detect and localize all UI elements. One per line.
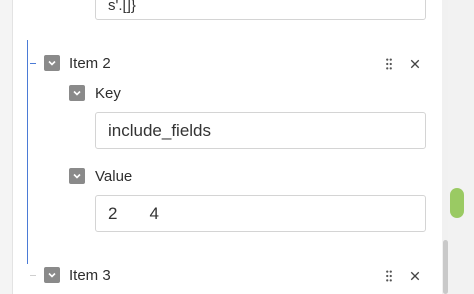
key-collapse-toggle[interactable] [69,85,85,101]
previous-value-text: s'.[]} [108,0,136,14]
item-3-collapse-toggle[interactable] [44,267,60,283]
item-2-drag-handle[interactable] [381,56,397,72]
background-node [450,188,464,218]
key-input-value: include_fields [108,120,212,140]
item-3-title: Item 3 [69,267,111,284]
close-icon [410,59,420,69]
scrollbar-thumb[interactable] [443,240,448,294]
chevron-down-icon [48,272,56,278]
chevron-down-icon [48,60,56,66]
previous-value-field[interactable]: s'.[]} [95,0,426,20]
key-input[interactable]: include_fields [95,112,426,149]
value-label: Value [95,168,133,185]
item-2-guide-tick [30,63,36,64]
item-2-remove-button[interactable] [407,56,423,72]
item-2-guide-line [27,40,28,264]
drag-handle-icon [386,270,392,282]
chevron-down-icon [73,173,81,179]
item-3-guide-tick [30,275,36,276]
chevron-down-icon [73,90,81,96]
background-canvas-left [0,0,12,294]
value-collapse-toggle[interactable] [69,168,85,184]
drag-handle-icon [386,58,392,70]
value-redaction [117,203,150,224]
value-input-prefix: 2 [108,203,118,223]
item-2-title: Item 2 [69,55,111,72]
item-3-remove-button[interactable] [407,268,423,284]
item-2-collapse-toggle[interactable] [44,55,60,71]
close-icon [410,271,420,281]
value-input-suffix: 4 [149,203,159,223]
item-3-drag-handle[interactable] [381,268,397,284]
key-label: Key [95,85,121,102]
background-canvas-right [446,0,474,294]
value-input[interactable]: 2 4 [95,195,426,232]
